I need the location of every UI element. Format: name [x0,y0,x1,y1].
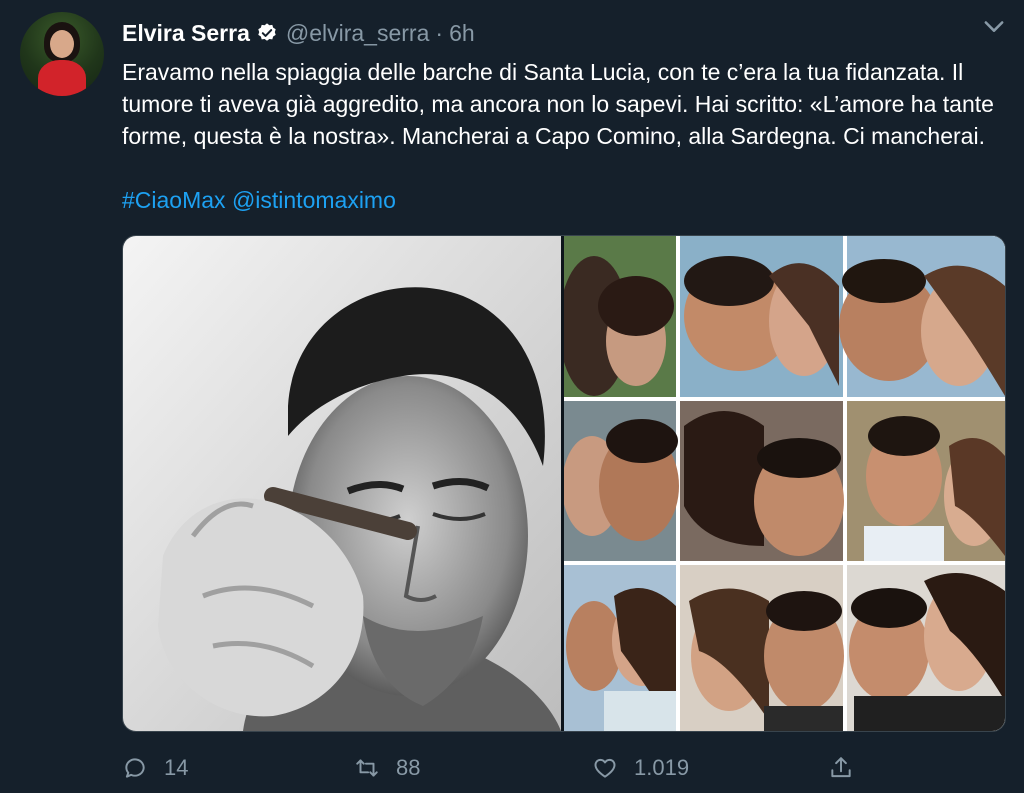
header-separator: · [435,19,444,46]
heart-icon [594,758,616,778]
retweet-button[interactable]: 88 [354,748,420,788]
tweet-actions: 14 88 1.019 [0,748,1024,788]
like-button[interactable]: 1.019 [592,748,689,788]
hashtag-link[interactable]: #CiaoMax [122,187,226,213]
mention-link[interactable]: @istintomaximo [232,187,396,213]
retweet-icon [356,759,378,777]
verified-badge-icon [258,23,276,41]
tweet-timestamp[interactable]: 6h [449,20,475,47]
tweet-media[interactable] [122,235,1006,732]
avatar-dress [38,60,86,96]
portrait-photo[interactable] [123,236,561,731]
reply-count: 14 [164,755,189,780]
share-icon [831,757,851,778]
reply-button[interactable]: 14 [122,748,188,788]
author-avatar[interactable] [20,12,104,96]
author-name[interactable]: Elvira Serra [122,20,250,47]
share-button[interactable] [828,748,870,788]
author-handle[interactable]: @elvira_serra [286,20,430,47]
tweet-links: #CiaoMax @istintomaximo [122,184,396,216]
avatar-face [50,30,74,58]
chevron-down-icon[interactable] [980,12,1008,40]
like-count: 1.019 [634,755,690,780]
tweet-text: Eravamo nella spiaggia delle barche di S… [122,59,994,149]
reply-icon [125,758,145,778]
tweet-header: Elvira Serra @elvira_serra · 6h [122,18,475,48]
couple-photo-collage[interactable] [564,236,1005,731]
retweet-count: 88 [396,755,421,780]
